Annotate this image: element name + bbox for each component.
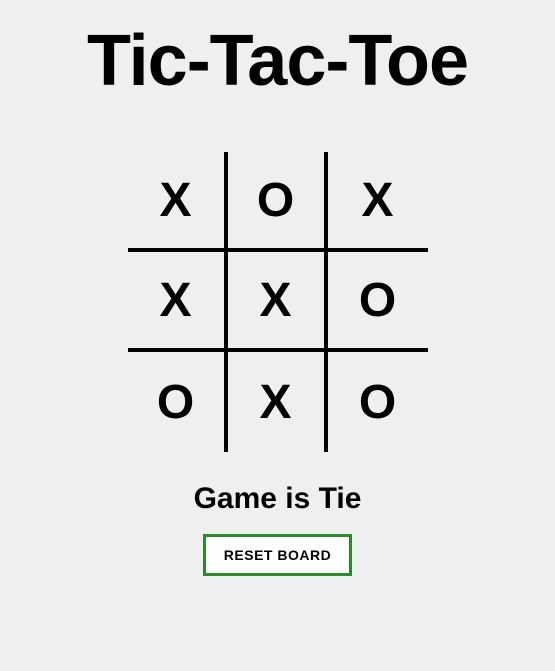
- page-title: Tic-Tac-Toe: [87, 20, 468, 102]
- cell-1-1[interactable]: X: [228, 252, 328, 352]
- cell-0-2[interactable]: X: [328, 152, 428, 252]
- cell-1-2[interactable]: O: [328, 252, 428, 352]
- cell-1-0[interactable]: X: [128, 252, 228, 352]
- game-status: Game is Tie: [194, 482, 362, 516]
- cell-0-1[interactable]: O: [228, 152, 328, 252]
- reset-button[interactable]: RESET BOARD: [203, 534, 352, 576]
- cell-2-2[interactable]: O: [328, 352, 428, 452]
- game-board: X O X X X O O X O: [128, 152, 428, 452]
- cell-2-0[interactable]: O: [128, 352, 228, 452]
- cell-0-0[interactable]: X: [128, 152, 228, 252]
- cell-2-1[interactable]: X: [228, 352, 328, 452]
